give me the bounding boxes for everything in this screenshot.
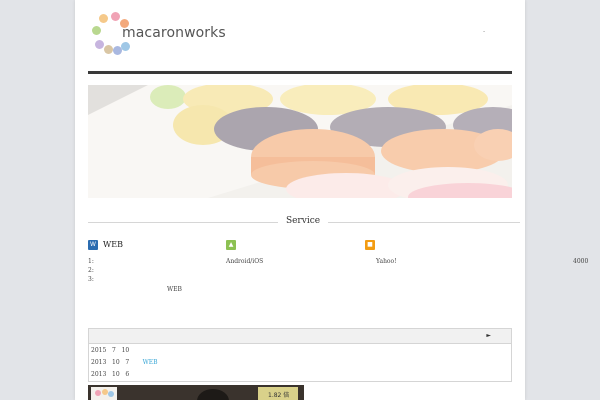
nav-bar <box>88 71 512 74</box>
news-day: 6 <box>125 371 130 378</box>
news-month: 10 <box>112 359 120 366</box>
news-month: 7 <box>112 347 116 354</box>
thumbnail-caption: 1.82 倍 <box>268 392 290 399</box>
page-container: macaronworks - Service W WEB 1: 2: 3: WE… <box>75 0 525 400</box>
service-line: 1: <box>88 258 94 265</box>
news-year: 2013 <box>91 371 107 378</box>
header-link[interactable]: - <box>483 28 485 35</box>
macaron-illustration <box>88 85 512 198</box>
service-ads-value: 4000 <box>573 258 589 265</box>
service-name: WEB <box>103 240 123 249</box>
hero-image <box>88 85 512 198</box>
logo-dot <box>121 42 130 51</box>
service-line: 3: <box>88 276 94 283</box>
service-title: Service <box>285 216 321 226</box>
news-day: 10 <box>121 347 130 354</box>
video-thumbnail[interactable]: 1.82 倍 <box>88 385 304 400</box>
service-line: Android/iOS <box>226 258 264 265</box>
divider <box>88 222 278 223</box>
news-month: 10 <box>112 371 120 378</box>
logo-dot <box>113 46 122 55</box>
logo-dot <box>92 26 101 35</box>
android-icon: ▲ <box>226 240 236 250</box>
news-year: 2013 <box>91 359 107 366</box>
news-header: ► <box>89 329 511 344</box>
news-item[interactable]: 2015 7 10 <box>91 347 129 354</box>
news-item[interactable]: 2013 10 7 WEB <box>91 359 158 366</box>
logo-dot <box>104 45 113 54</box>
logo-dot <box>111 12 120 21</box>
logo-dot <box>95 40 104 49</box>
web-icon: W <box>88 240 98 250</box>
divider <box>328 222 520 223</box>
news-item[interactable]: 2013 10 6 <box>91 371 129 378</box>
logo-text: macaronworks <box>122 25 226 41</box>
news-link[interactable]: WEB <box>143 359 158 366</box>
service-note: WEB <box>167 286 182 293</box>
service-line: 2: <box>88 267 94 274</box>
logo-dot <box>99 14 108 23</box>
yahoo-icon: ■ <box>365 240 375 250</box>
service-line: Yahoo! <box>376 258 397 265</box>
site-logo[interactable]: macaronworks <box>90 12 226 58</box>
news-day: 7 <box>125 359 130 366</box>
news-panel: ► 2015 7 10 2013 10 7 WEB 2013 10 6 <box>88 328 512 382</box>
news-year: 2015 <box>91 347 107 354</box>
play-arrow-icon[interactable]: ► <box>486 332 491 339</box>
